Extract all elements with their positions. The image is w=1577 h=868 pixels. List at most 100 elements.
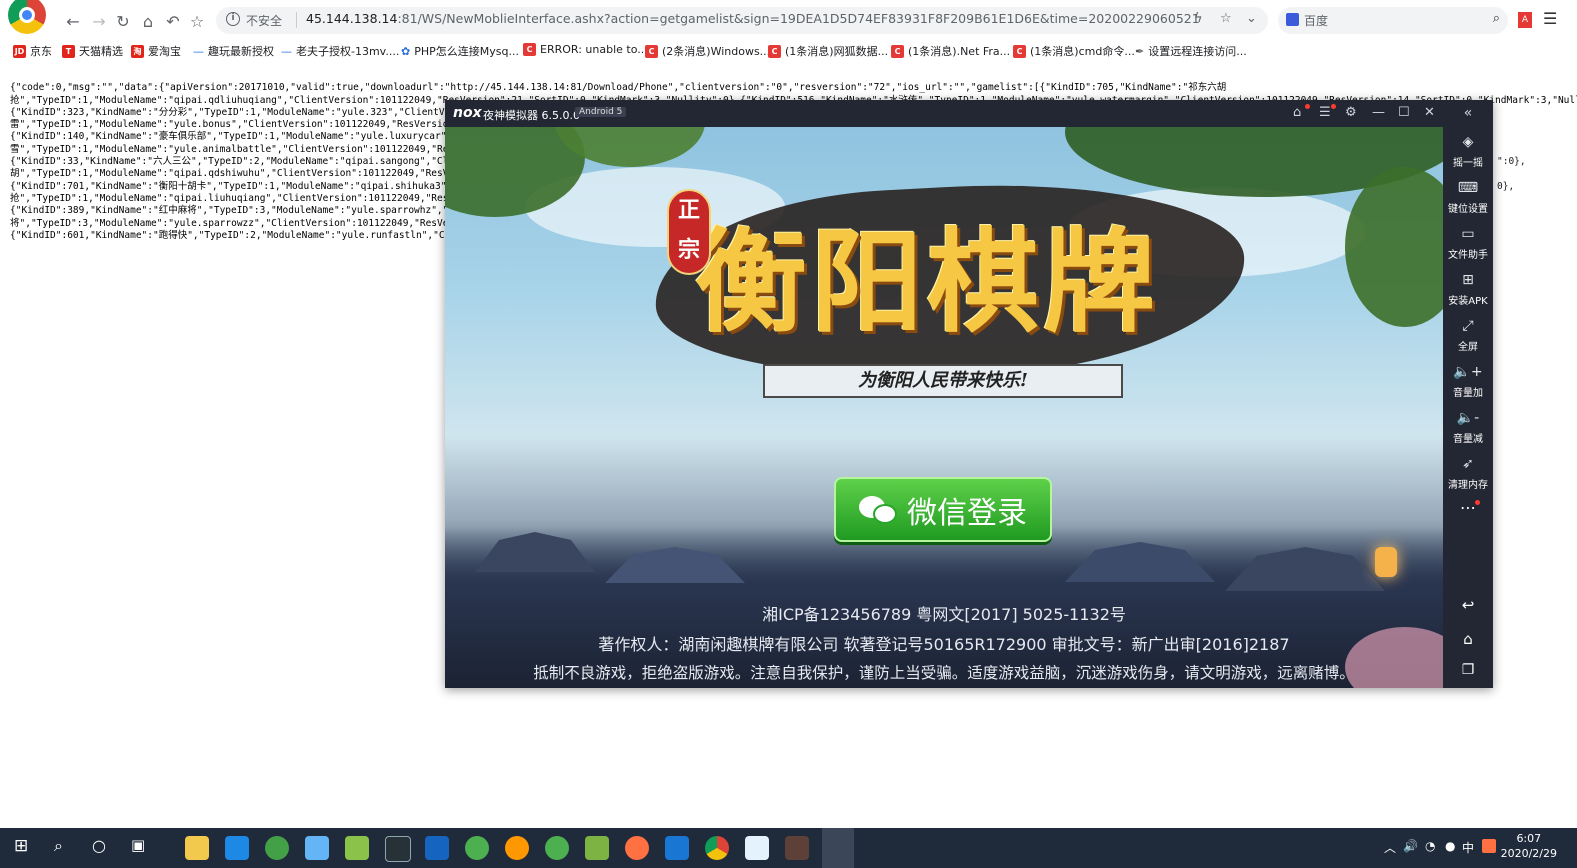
app-icon[interactable] (305, 836, 329, 860)
network-icon[interactable]: ◔ (1425, 839, 1435, 853)
address-bar[interactable]: i 不安全 45.144.138.14:81/WS/NewMoblieInter… (216, 7, 1268, 34)
menu-icon[interactable]: ☰ (1543, 9, 1557, 28)
game-slogan: 为衡阳人民带来快乐! (763, 364, 1123, 398)
dropdown-chevron-icon[interactable]: ⌄ (1246, 11, 1257, 26)
search-box[interactable]: 百度 ⌕ (1278, 7, 1508, 34)
feather-icon: ✒ (1135, 44, 1145, 58)
close-icon[interactable]: ✕ (1424, 105, 1435, 120)
emulator-titlebar[interactable]: nox 夜神模拟器 6.5.0.0 Android 5 ⌂ ☰ ⚙ — ☐ ✕ (445, 100, 1493, 127)
wechat-icon[interactable] (465, 836, 489, 860)
ime-indicator[interactable]: 中 (1462, 839, 1474, 856)
bookmark-item[interactable]: JD 京东 (13, 43, 52, 59)
wechat-login-button[interactable]: 微信登录 (834, 477, 1052, 542)
wechat-icon (859, 494, 899, 526)
notepad-icon[interactable] (345, 836, 369, 860)
android-home-icon[interactable]: ⌂ (1443, 630, 1493, 648)
file-explorer-icon[interactable] (185, 836, 209, 860)
android-icon[interactable] (585, 836, 609, 860)
more-icon[interactable]: ⋯ (1443, 498, 1493, 517)
remote-desktop-icon[interactable] (665, 836, 689, 860)
firefox-icon[interactable] (625, 836, 649, 860)
sidebar-item-apk[interactable]: ⊞ 安装APK (1443, 272, 1493, 307)
bookmark-item[interactable]: T 天猫精选 (62, 43, 123, 59)
app-icon[interactable] (545, 836, 569, 860)
back-icon[interactable]: ← (62, 10, 84, 32)
android-recents-icon[interactable]: ❐ (1443, 662, 1493, 678)
app-tray-icon[interactable]: ● (1445, 839, 1455, 853)
maximize-icon[interactable]: ☐ (1398, 105, 1410, 120)
app-icon[interactable] (425, 836, 449, 860)
cortana-icon[interactable]: ○ (92, 836, 106, 855)
favorite-star-icon[interactable]: ☆ (1220, 11, 1232, 26)
chrome-icon[interactable] (705, 836, 729, 860)
minimize-icon[interactable]: — (1372, 105, 1385, 120)
dash-icon: — (281, 44, 292, 58)
bookmark-item[interactable]: — 老夫子授权-13mv.... (281, 43, 399, 59)
wechat-login-label: 微信登录 (907, 495, 1027, 531)
emulator-window[interactable]: nox 夜神模拟器 6.5.0.0 Android 5 ⌂ ☰ ⚙ — ☐ ✕ … (445, 100, 1493, 688)
sidebar-item-shake[interactable]: ◈ 摇一摇 (1443, 134, 1493, 169)
search-icon[interactable]: ⌕ (1493, 11, 1500, 26)
bookmark-item[interactable]: 淘爱淘宝 (131, 43, 181, 59)
sidebar-item-volume-up[interactable]: 🔈+ 音量加 (1443, 364, 1493, 399)
collapse-sidebar-icon[interactable]: « (1443, 105, 1493, 121)
home-icon[interactable]: ⌂ (137, 10, 159, 32)
lightning-icon[interactable]: ϟ (1194, 11, 1203, 26)
url-text[interactable]: 45.144.138.14:81/WS/NewMoblieInterface.a… (306, 11, 1200, 26)
app-icon[interactable] (505, 836, 529, 860)
bookmark-label: (1条消息)网狐数据... (785, 45, 889, 58)
volume-icon[interactable]: 🔊 (1403, 839, 1418, 853)
nox-taskbar-item[interactable] (822, 828, 854, 868)
dash-icon: — (193, 44, 204, 58)
android-back-icon[interactable]: ↩ (1443, 596, 1493, 614)
notification-dot (1475, 500, 1480, 505)
health-notice-text: 抵制不良游戏，拒绝盗版游戏。注意自我保护，谨防上当受骗。适度游戏益脑，沉迷游戏伤… (533, 664, 1355, 682)
task-view-icon[interactable]: ▣ (131, 836, 145, 854)
sidebar-item-keymap[interactable]: ⌨ 键位设置 (1443, 180, 1493, 215)
browser-logo-icon (8, 0, 46, 34)
site-info-icon[interactable]: i (226, 12, 240, 26)
bookmark-label: (1条消息)cmd命令... (1030, 45, 1135, 58)
bookmark-item[interactable]: C (1条消息).Net Fra... (891, 43, 1010, 59)
forward-icon[interactable]: → (88, 10, 110, 32)
sidebar-item-volume-down[interactable]: 🔈- 音量减 (1443, 410, 1493, 445)
apk-icon: ⊞ (1462, 272, 1474, 288)
bookmark-item[interactable]: — 趣玩最新授权 (193, 43, 274, 59)
search-icon[interactable]: ⌕ (54, 836, 63, 856)
reload-icon[interactable]: ↻ (112, 10, 134, 32)
menu-icon[interactable]: ☰ (1319, 105, 1331, 120)
bookmark-item[interactable]: C ERROR: unable to... (523, 43, 648, 56)
bookmark-item[interactable]: C (2条消息)Windows... (645, 43, 770, 59)
tmall-icon: T (62, 44, 75, 58)
sidebar-item-fullscreen[interactable]: ⤢ 全屏 (1443, 318, 1493, 353)
app-icon[interactable] (785, 836, 809, 860)
app-icon[interactable] (265, 836, 289, 860)
app-tray-icon[interactable] (1482, 839, 1496, 853)
sidebar-item-files[interactable]: ▭ 文件助手 (1443, 226, 1493, 261)
bookmark-label: 设置远程连接访问... (1148, 45, 1247, 58)
insecure-label: 不安全 (246, 14, 283, 28)
bookmark-star-icon[interactable]: ☆ (186, 10, 208, 32)
game-screen[interactable]: 衡阳棋牌 正宗 为衡阳人民带来快乐! 微信登录 湘ICP备123456789 粤… (445, 127, 1443, 688)
tray-chevron-icon[interactable]: ︿ (1384, 839, 1396, 856)
mail-icon[interactable] (225, 836, 249, 860)
pdf-extension-icon[interactable]: A (1518, 12, 1532, 28)
undo-icon[interactable]: ↶ (162, 10, 184, 32)
bookmark-item[interactable]: ✿ PHP怎么连接Mysq... (401, 43, 519, 59)
clock-time: 6:07 (1516, 832, 1542, 845)
bookmark-item[interactable]: ✒ 设置远程连接访问... (1135, 43, 1247, 59)
settings-gear-icon[interactable]: ⚙ (1345, 105, 1357, 120)
json-overflow-text: ":0}, (1497, 156, 1526, 167)
bookmark-item[interactable]: C (1条消息)cmd命令... (1013, 43, 1135, 59)
json-overflow-text: 0}, (1497, 181, 1515, 192)
paw-icon: ✿ (401, 44, 411, 58)
windows-start-icon[interactable]: ⊞ (14, 836, 28, 856)
system-clock[interactable]: 6:07 2020/2/29 (1501, 831, 1557, 861)
shake-icon: ◈ (1462, 134, 1474, 150)
terminal-icon[interactable] (385, 836, 411, 862)
app-icon[interactable] (745, 836, 769, 860)
bookmark-label: 趣玩最新授权 (208, 45, 274, 58)
sidebar-item-clean[interactable]: ➶ 清理内存 (1443, 456, 1493, 491)
bookmark-item[interactable]: C (1条消息)网狐数据... (768, 43, 888, 59)
skin-icon[interactable]: ⌂ (1293, 105, 1301, 120)
